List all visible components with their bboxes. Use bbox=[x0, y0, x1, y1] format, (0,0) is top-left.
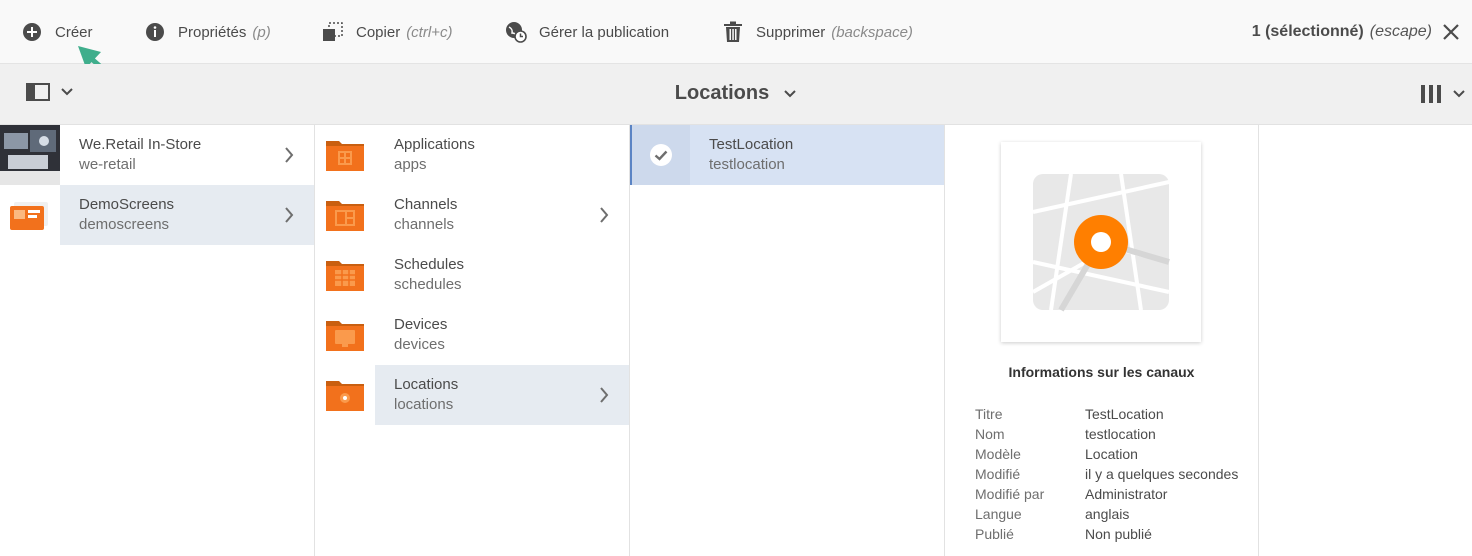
item-title: We.Retail In-Store bbox=[79, 136, 202, 153]
list-item-channels[interactable]: Channels channels bbox=[315, 185, 629, 245]
item-title: Channels bbox=[394, 196, 458, 213]
chevron-right-icon bbox=[600, 387, 609, 403]
metadata-row: Modèle Location bbox=[975, 444, 1238, 464]
location-preview-card bbox=[1001, 142, 1201, 342]
checkmark-icon[interactable] bbox=[632, 125, 690, 185]
folder-icon bbox=[315, 185, 375, 245]
item-title: Schedules bbox=[394, 256, 465, 273]
chevron-right-icon bbox=[600, 207, 609, 223]
action-bar: Créer Propriétés (p) Copier (ctrl+c) Gér… bbox=[0, 0, 1472, 99]
item-subtitle: apps bbox=[394, 156, 427, 173]
delete-label: Supprimer bbox=[756, 23, 826, 41]
list-item-applications[interactable]: Applications apps bbox=[315, 125, 629, 185]
metadata-list: Titre TestLocation Nom testlocation Modèle… bbox=[975, 404, 1238, 544]
properties-label: Propriétés bbox=[178, 23, 247, 41]
close-selection-icon[interactable] bbox=[1440, 21, 1462, 43]
copy-icon bbox=[322, 21, 344, 43]
item-subtitle: devices bbox=[394, 336, 445, 353]
item-title: Applications bbox=[394, 136, 475, 153]
column-demoscreens: Applications apps Channels channels Sche… bbox=[315, 125, 630, 556]
metadata-value: il y a quelques secondes bbox=[1085, 466, 1239, 482]
manage-publication-button[interactable]: Gérer la publication bbox=[505, 0, 669, 64]
metadata-value: TestLocation bbox=[1085, 406, 1164, 422]
metadata-value: Non publié bbox=[1085, 526, 1152, 542]
list-item-we-retail[interactable]: We.Retail In-Store we-retail bbox=[0, 125, 314, 185]
column-view-icon bbox=[1421, 85, 1441, 103]
page-title-dropdown[interactable]: Locations bbox=[675, 82, 797, 105]
list-item-schedules[interactable]: Schedules schedules bbox=[315, 245, 629, 305]
chevron-right-icon bbox=[285, 147, 294, 163]
copy-label: Copier bbox=[356, 23, 401, 41]
info-icon bbox=[144, 21, 166, 43]
folder-icon bbox=[315, 125, 375, 185]
list-item-devices[interactable]: Devices devices bbox=[315, 305, 629, 365]
item-subtitle: locations bbox=[394, 396, 454, 413]
list-item-locations[interactable]: Locations locations bbox=[315, 365, 629, 425]
view-switcher[interactable] bbox=[1420, 84, 1466, 104]
metadata-value: Location bbox=[1085, 446, 1138, 462]
metadata-row: Publié Non publié bbox=[975, 524, 1238, 544]
properties-shortcut-hint: (p) bbox=[252, 23, 271, 41]
screens-thumbnail bbox=[0, 185, 60, 245]
item-title: Devices bbox=[394, 316, 448, 333]
plus-circle-icon bbox=[21, 21, 43, 43]
metadata-row: Nom testlocation bbox=[975, 424, 1238, 444]
map-pin-icon bbox=[1032, 173, 1170, 312]
selection-count: 1 (sélectionné) (escape) bbox=[1252, 0, 1432, 64]
column-sites: We.Retail In-Store we-retail DemoScreens… bbox=[0, 125, 315, 556]
metadata-row: Modifié il y a quelques secondes bbox=[975, 464, 1238, 484]
channel-info-title: Informations sur les canaux bbox=[1008, 364, 1195, 380]
selection-count-label: 1 (sélectionné) bbox=[1251, 23, 1364, 40]
create-label: Créer bbox=[55, 23, 93, 41]
copy-button[interactable]: Copier (ctrl+c) bbox=[322, 0, 452, 64]
folder-icon bbox=[315, 305, 375, 365]
metadata-row: Titre TestLocation bbox=[975, 404, 1238, 424]
page-title: Locations bbox=[0, 82, 1472, 105]
folder-icon bbox=[315, 245, 375, 305]
metadata-value: Administrator bbox=[1085, 486, 1168, 502]
item-subtitle: demoscreens bbox=[79, 216, 170, 233]
column-locations: TestLocation testlocation bbox=[630, 125, 945, 556]
selection-escape-hint: (escape) bbox=[1369, 23, 1432, 40]
metadata-key: Publié bbox=[975, 526, 1014, 542]
metadata-row: Modifié par Administrator bbox=[975, 484, 1238, 504]
item-title: DemoScreens bbox=[79, 196, 175, 213]
page-title-text: Locations bbox=[674, 82, 770, 104]
metadata-key: Modifié par bbox=[975, 486, 1045, 502]
title-bar: Locations bbox=[0, 64, 1472, 125]
chevron-down-icon bbox=[1453, 90, 1465, 98]
metadata-key: Nom bbox=[975, 426, 1005, 442]
folder-icon bbox=[315, 365, 375, 425]
manage-publication-label: Gérer la publication bbox=[539, 23, 670, 41]
item-subtitle: channels bbox=[394, 216, 455, 233]
list-item-testlocation[interactable]: TestLocation testlocation bbox=[630, 125, 944, 185]
item-subtitle: schedules bbox=[394, 276, 462, 293]
list-item-demoscreens[interactable]: DemoScreens demoscreens bbox=[0, 185, 314, 245]
metadata-row: Langue anglais bbox=[975, 504, 1238, 524]
trash-icon bbox=[722, 21, 744, 43]
metadata-value: testlocation bbox=[1085, 426, 1156, 442]
globe-clock-icon bbox=[505, 21, 527, 43]
delete-shortcut-hint: (backspace) bbox=[831, 23, 913, 41]
delete-button[interactable]: Supprimer (backspace) bbox=[722, 0, 913, 64]
item-title: TestLocation bbox=[709, 136, 794, 153]
chevron-down-icon bbox=[784, 89, 796, 97]
copy-shortcut-hint: (ctrl+c) bbox=[406, 23, 453, 41]
metadata-key: Modèle bbox=[975, 446, 1021, 462]
metadata-key: Titre bbox=[975, 406, 1003, 422]
item-subtitle: testlocation bbox=[709, 156, 785, 173]
chevron-right-icon bbox=[285, 207, 294, 223]
properties-button[interactable]: Propriétés (p) bbox=[144, 0, 271, 64]
item-title: Locations bbox=[394, 376, 459, 393]
item-subtitle: we-retail bbox=[79, 156, 136, 173]
photo-thumbnail bbox=[0, 125, 60, 185]
metadata-key: Modifié bbox=[975, 466, 1021, 482]
metadata-key: Langue bbox=[975, 506, 1022, 522]
metadata-value: anglais bbox=[1085, 506, 1130, 522]
